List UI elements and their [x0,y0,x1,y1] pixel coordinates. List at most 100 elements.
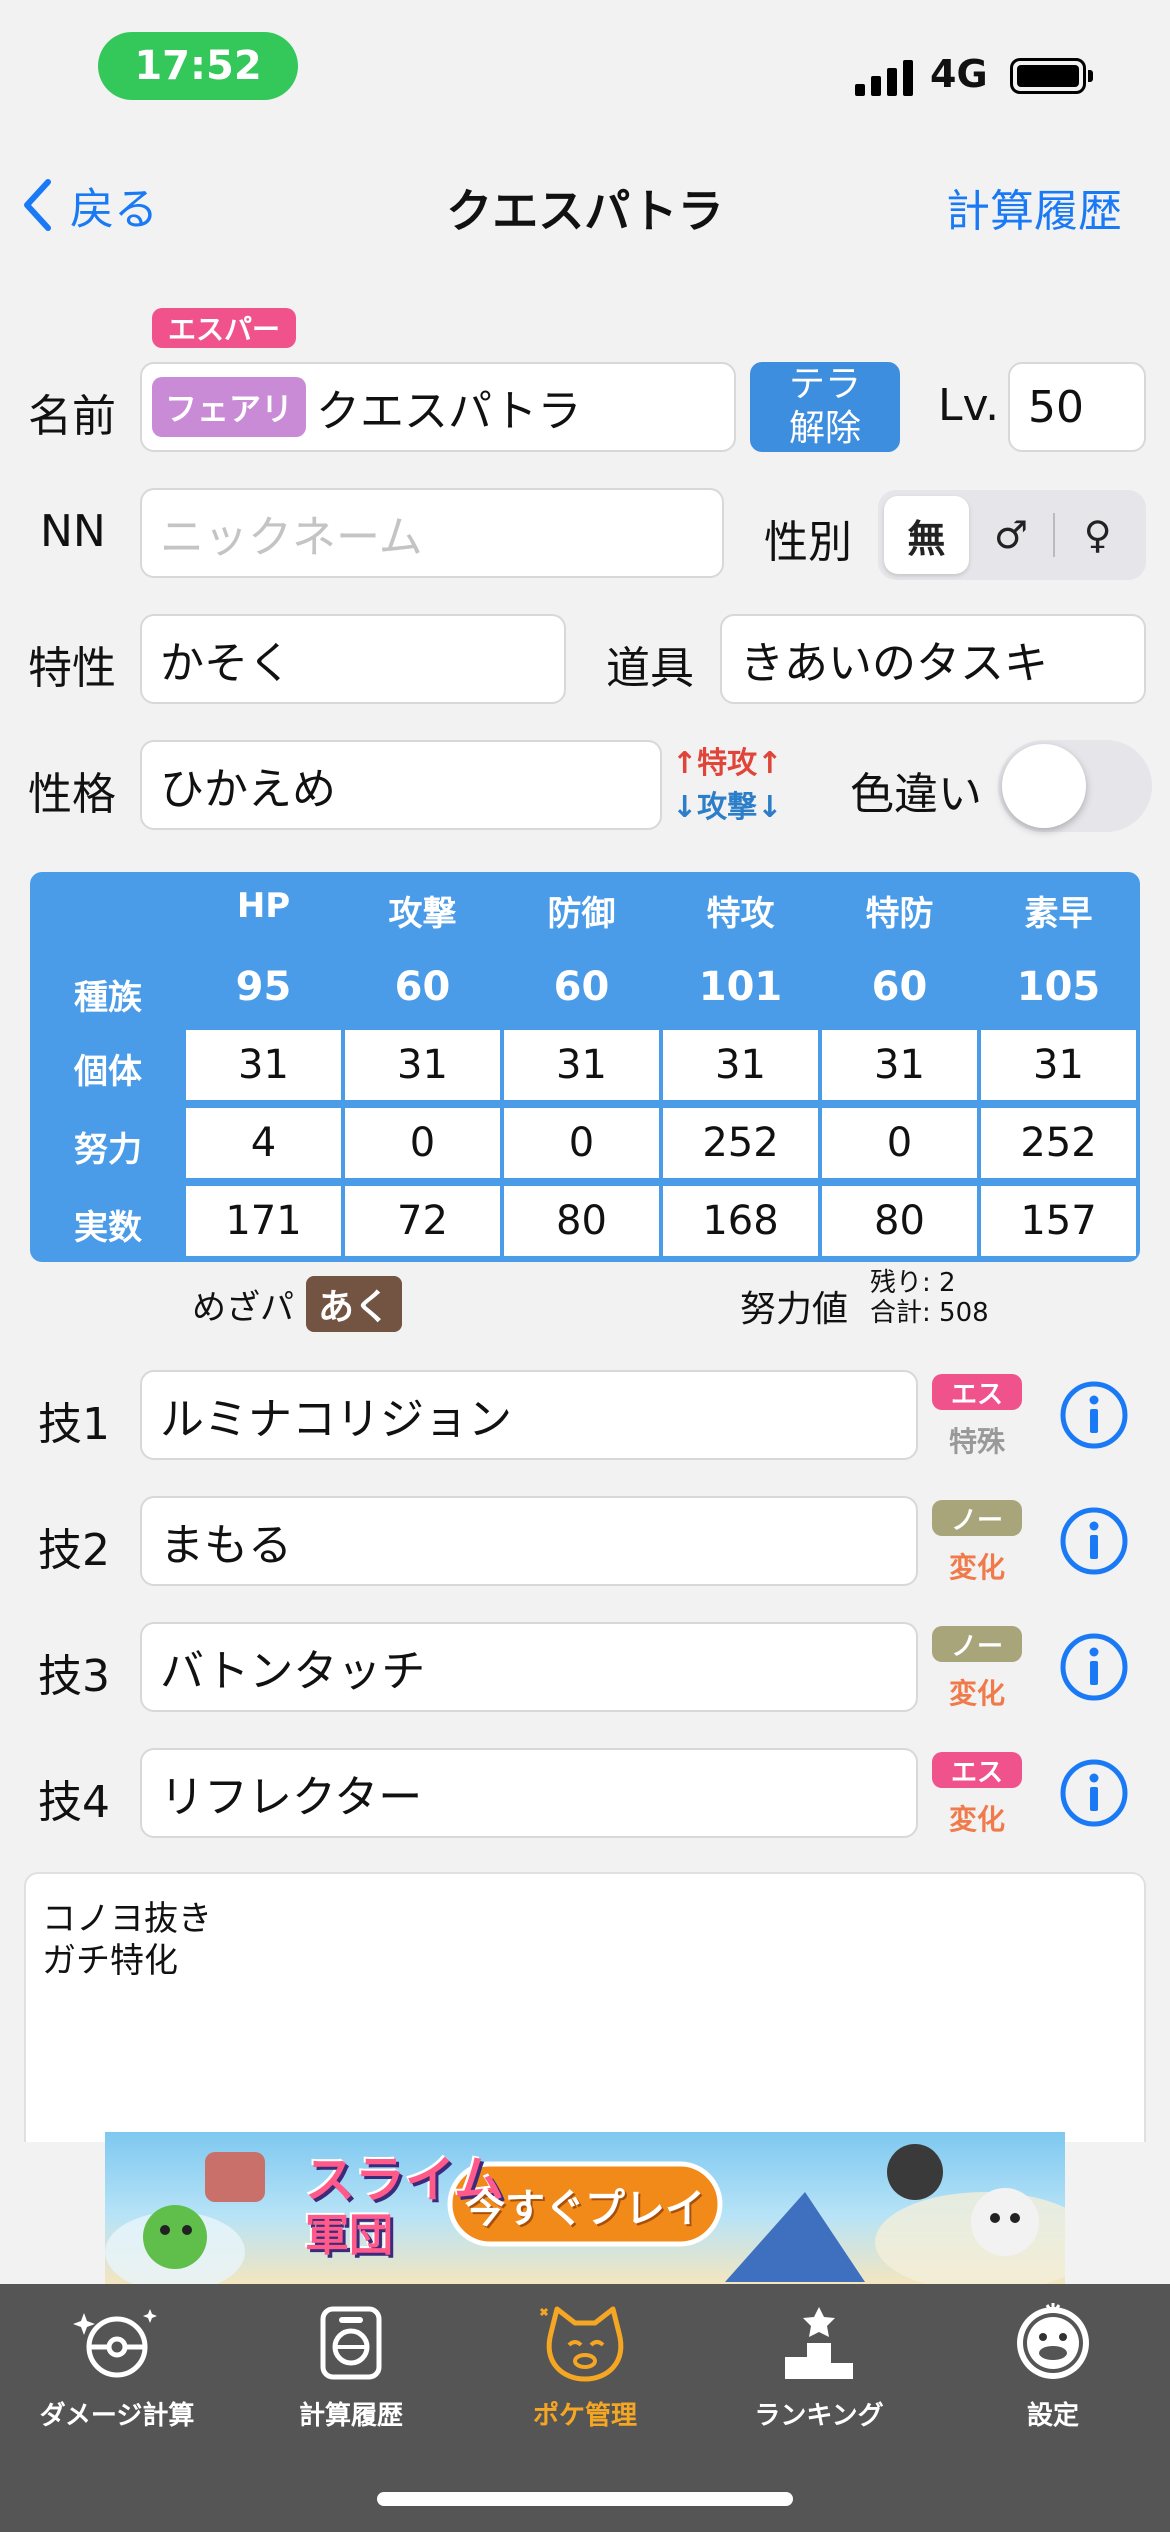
move3-field[interactable]: バトンタッチ [140,1622,918,1712]
stat-iv-1[interactable]: 31 [345,1030,500,1100]
stat-actual-2: 80 [504,1186,659,1256]
stat-iv-4[interactable]: 31 [822,1030,977,1100]
stat-base-2: 60 [553,964,610,1010]
move4-type-badge: エス [932,1752,1022,1788]
ev-remaining: 残り: 2 [870,1268,956,1298]
ability-label: 特性 [28,643,116,694]
memo-line: ガチ特化 [42,1941,178,1981]
nickname-placeholder: ニックネーム [160,512,423,563]
ev-summary-detail: 残り: 2 合計: 508 [870,1268,989,1328]
stat-base-0: 95 [235,964,292,1010]
nickname-field[interactable]: ニックネーム [140,488,724,578]
gender-label: 性別 [764,517,852,568]
stat-iv-2[interactable]: 31 [504,1030,659,1100]
tab-settings[interactable]: 設定 [936,2284,1170,2454]
move4-category: 変化 [948,1803,1005,1836]
stat-row-label-actual: 実数 [74,1208,142,1248]
type2-badge: フェアリ [152,377,306,437]
tab-calc-history[interactable]: 計算履歴 [234,2284,468,2454]
psyduck-face-icon [1017,2303,1089,2379]
history-device-icon [320,2306,382,2380]
stat-ev-1[interactable]: 0 [345,1108,500,1178]
nature-field[interactable]: ひかえめ [140,740,662,830]
move4-field[interactable]: リフレクター [140,1748,918,1838]
tab-ranking[interactable]: ランキング [702,2284,936,2454]
move2-type-badge: ノー [932,1500,1022,1536]
tab-poke-manage[interactable]: ポケ管理 [468,2284,702,2454]
level-field[interactable]: 50 [1008,362,1146,452]
name-field[interactable]: フェアリ クエスパトラ [140,362,736,452]
gender-male-option[interactable]: ♂ [969,496,1054,574]
move2-label: 技2 [38,1525,110,1576]
toggle-knob [1002,744,1086,828]
chevron-left-icon [24,179,51,231]
home-indicator [377,2492,793,2506]
back-button[interactable]: 戻る [22,175,158,235]
stat-header-1: 攻撃 [388,894,457,934]
stats-table: HP 攻撃 防御 特攻 特防 素早 種族 95 60 60 101 60 105 個体 31 31 31 31 31… [30,872,1140,1262]
network-type: 4G [930,52,988,96]
nature-modifiers: ↑特攻↑ ↓攻撃↓ [672,742,782,830]
hidden-power-type-badge: あく [306,1276,403,1332]
nature-label: 性格 [28,769,116,820]
stat-iv-5[interactable]: 31 [981,1030,1136,1100]
move3-label: 技3 [38,1651,110,1702]
stat-iv-3[interactable]: 31 [663,1030,818,1100]
item-field[interactable]: きあいのタスキ [720,614,1146,704]
stat-base-1: 60 [394,964,451,1010]
stat-base-3: 101 [698,964,783,1010]
nature-down-stat: ↓攻撃↓ [672,790,783,825]
tera-button[interactable]: テラ 解除 [750,362,900,452]
stat-header-5: 素早 [1024,894,1093,934]
stat-actual-1: 72 [345,1186,500,1256]
move1-field[interactable]: ルミナコリジョン [140,1370,918,1460]
move1-label: 技1 [38,1399,110,1450]
pokeball-sparkle-icon [73,2309,157,2378]
stat-actual-0: 171 [186,1186,341,1256]
battery-tip [1088,70,1093,82]
back-label: 戻る [70,184,158,235]
ability-field[interactable]: かそく [140,614,566,704]
stat-ev-3[interactable]: 252 [663,1108,818,1178]
tab-label: ダメージ計算 [39,2401,195,2431]
stat-header-4: 特防 [865,894,934,934]
stat-ev-2[interactable]: 0 [504,1108,659,1178]
tab-label: ポケ管理 [532,2401,637,2431]
move3-type-badge: ノー [932,1626,1022,1662]
podium-icon [785,2307,853,2379]
move1-type-badge: エス [932,1374,1022,1410]
stat-iv-0[interactable]: 31 [186,1030,341,1100]
move1-info-icon[interactable] [1058,1379,1130,1451]
stat-ev-0[interactable]: 4 [186,1108,341,1178]
memo-textarea[interactable]: コノヨ抜き ガチ特化 [24,1872,1146,2142]
move2-info-icon[interactable] [1058,1505,1130,1577]
shiny-toggle[interactable] [998,740,1152,832]
stat-ev-5[interactable]: 252 [981,1108,1136,1178]
hidden-power[interactable]: めざパ あく [192,1276,403,1332]
stat-row-label-ev: 努力 [74,1130,142,1170]
gender-none-option[interactable]: 無 [884,496,969,574]
signal-strength-icon [855,58,915,96]
ad-cta-button[interactable]: 今すぐプレイ [450,2176,720,2234]
move4-info-icon[interactable] [1058,1757,1130,1829]
ev-summary-label: 努力値 [740,1289,849,1330]
calc-history-link[interactable]: 計算履歴 [946,175,1122,239]
ev-total: 合計: 508 [870,1298,989,1328]
move2-field[interactable]: まもる [140,1496,918,1586]
gender-selector[interactable]: 無 ♂ ♀ [878,490,1146,580]
move3-info-icon[interactable] [1058,1631,1130,1703]
battery-icon [1010,58,1086,94]
nickname-label: NN [40,506,106,557]
hidden-power-label: めざパ [192,1287,294,1328]
shiny-label: 色違い [850,769,982,820]
ad-banner[interactable]: スライム 軍団 今すぐプレイ [105,2132,1065,2284]
stat-actual-3: 168 [663,1186,818,1256]
level-label: Lv. [938,380,1000,431]
stat-header-3: 特攻 [706,894,775,934]
tab-damage-calc[interactable]: ダメージ計算 [0,2284,234,2454]
tab-label: 計算履歴 [298,2401,403,2431]
tera-label-line2: 解除 [788,408,861,449]
item-label: 道具 [606,643,694,694]
stat-ev-4[interactable]: 0 [822,1108,977,1178]
gender-female-option[interactable]: ♀ [1055,496,1140,574]
